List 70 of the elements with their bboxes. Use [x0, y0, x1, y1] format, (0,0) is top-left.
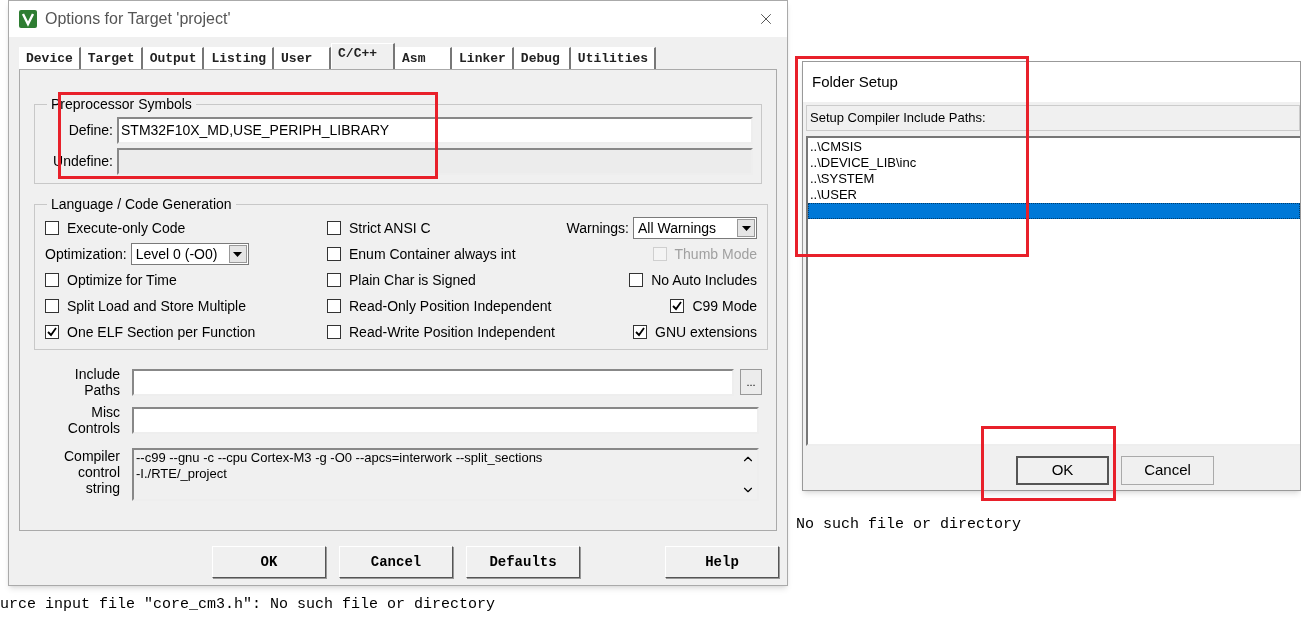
text-field[interactable] — [132, 368, 734, 396]
checkbox-label: Execute-only Code — [67, 218, 186, 238]
checkbox-label: Enum Container always int — [349, 244, 516, 264]
text-field[interactable]: STM32F10X_MD,USE_PERIPH_LIBRARY — [117, 117, 753, 144]
select-label: Optimization: — [45, 244, 127, 264]
dialog-button[interactable]: Cancel — [1121, 456, 1214, 485]
checkbox[interactable] — [633, 325, 648, 339]
checkbox-label: Optimize for Time — [67, 270, 177, 290]
path-item[interactable]: ..\CMSIS — [808, 139, 1300, 155]
window-title: Options for Target 'project' — [45, 9, 232, 29]
field-label: Misc Controls — [66, 404, 120, 436]
checkbox[interactable] — [45, 299, 59, 313]
tab[interactable]: Utilities — [570, 47, 657, 69]
checkbox[interactable] — [45, 273, 59, 287]
checkbox-label: Read-Only Position Independent — [349, 296, 552, 316]
checkbox-label: Strict ANSI C — [349, 218, 431, 238]
tab[interactable]: C/C++ — [331, 43, 396, 69]
dialog-button[interactable]: Defaults — [466, 546, 580, 578]
checkbox[interactable] — [45, 221, 59, 235]
checkbox[interactable] — [327, 247, 341, 261]
window-title: Folder Setup — [812, 71, 898, 92]
tab[interactable]: Target — [80, 47, 143, 69]
checkbox-label: Thumb Mode — [674, 244, 757, 264]
tab[interactable]: Listing — [204, 47, 275, 69]
select-label: Warnings: — [566, 218, 629, 238]
checkbox[interactable] — [327, 299, 341, 313]
dialog-button[interactable]: OK — [1016, 456, 1109, 485]
command-line: --c99 --gnu -c --cpu Cortex-M3 -g -O0 --apcs=interwork --split_sections — [136, 450, 544, 466]
checkbox-label: Split Load and Store Multiple — [67, 296, 246, 316]
tab[interactable]: Output — [142, 47, 205, 69]
tab[interactable]: Asm — [395, 47, 453, 69]
checkbox-label: GNU extensions — [655, 322, 757, 342]
tab[interactable]: Device — [19, 47, 81, 69]
path-item[interactable]: ..\DEVICE_LIB\inc — [808, 155, 1300, 171]
output-text: No such file or directory — [796, 515, 1022, 535]
output-text: urce input file "core_cm3.h": No such file or directory — [0, 595, 496, 615]
checkbox-label: No Auto Includes — [651, 270, 757, 290]
checkbox-label: C99 Mode — [692, 296, 757, 316]
checkbox[interactable] — [629, 273, 644, 287]
checkbox-label: Read-Write Position Independent — [349, 322, 555, 342]
field-label: Compiler control string — [63, 448, 120, 496]
dialog-button[interactable]: Cancel — [339, 546, 453, 578]
checkbox[interactable] — [327, 273, 341, 287]
path-item[interactable]: ..\USER — [808, 187, 1300, 203]
app-logo-icon — [19, 10, 37, 28]
dialog-button[interactable]: OK — [212, 546, 326, 578]
checkmark-icon — [672, 301, 683, 311]
browse-button[interactable]: ... — [740, 369, 762, 395]
path-item[interactable]: ..\SYSTEM — [808, 171, 1300, 187]
checkbox[interactable] — [45, 325, 59, 339]
checkbox-label: Plain Char is Signed — [349, 270, 476, 290]
field-label: Define: — [67, 121, 113, 140]
list-header: Setup Compiler Include Paths: — [810, 109, 986, 128]
command-line: -I./RTE/_project — [136, 466, 228, 482]
tab[interactable]: Linker — [452, 47, 514, 69]
dropdown[interactable]: Level 0 (-O0) — [130, 243, 249, 265]
text-field[interactable] — [132, 406, 759, 434]
new-path-row[interactable] — [808, 203, 1300, 219]
checkmark-icon — [635, 327, 646, 337]
dialog-button[interactable]: Help — [665, 546, 779, 578]
group-title: Language / Code Generation — [50, 195, 233, 214]
checkbox[interactable] — [670, 299, 685, 313]
checkbox-label: One ELF Section per Function — [67, 322, 256, 342]
field-label: Include Paths — [73, 366, 120, 398]
dropdown[interactable]: All Warnings — [633, 217, 757, 239]
tab[interactable]: Debug — [513, 47, 571, 69]
checkbox[interactable] — [327, 221, 341, 235]
checkbox[interactable] — [327, 325, 341, 339]
checkmark-icon — [47, 327, 57, 337]
tab[interactable]: User — [274, 47, 332, 69]
